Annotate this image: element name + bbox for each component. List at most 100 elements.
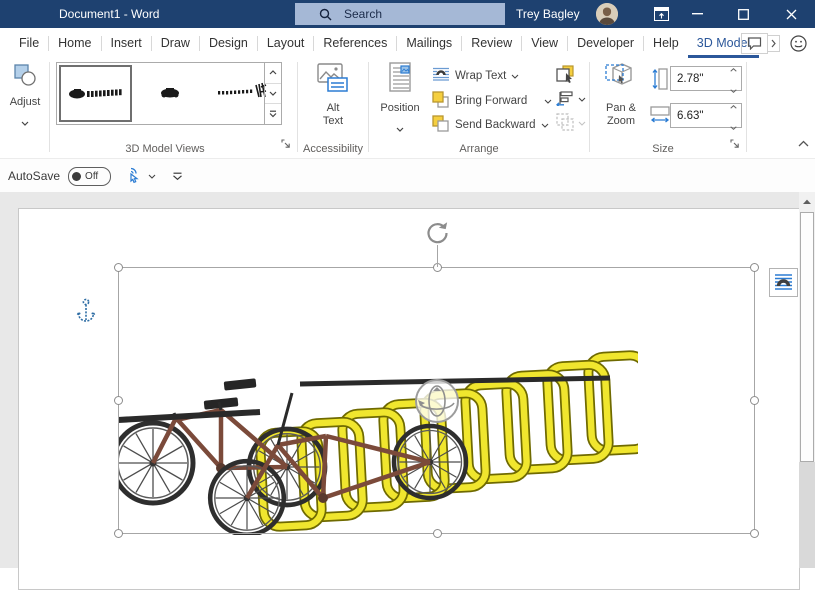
wrap-text-button[interactable]: Wrap Text — [432, 67, 519, 84]
size-dialog-launcher-icon[interactable] — [730, 136, 740, 154]
arrange-group-label: Arrange — [369, 143, 589, 155]
resize-handle-top-left[interactable] — [114, 263, 123, 272]
tab-insert[interactable]: Insert — [102, 28, 151, 58]
gallery-scroll-down-button[interactable] — [265, 84, 281, 105]
selection-pane-button[interactable] — [556, 65, 576, 89]
ribbon: Adjust 3D Model Views Alt Text Accessibi… — [0, 58, 815, 159]
title-bar: Document1 - Word Trey Bagley — [0, 0, 815, 28]
tab-layout[interactable]: Layout — [258, 28, 314, 58]
pan-zoom-button[interactable]: Pan & Zoom — [596, 62, 646, 128]
close-button[interactable] — [774, 0, 808, 28]
tab-view[interactable]: View — [522, 28, 567, 58]
chevron-down-icon — [544, 95, 552, 107]
chevron-right-icon[interactable] — [768, 35, 780, 52]
toggle-knob — [72, 172, 81, 181]
tab-developer[interactable]: Developer — [568, 28, 643, 58]
shape-width-input[interactable] — [671, 109, 723, 123]
alt-text-label: Alt Text — [318, 102, 348, 128]
resize-handle-middle-left[interactable] — [114, 396, 123, 405]
chevron-down-icon — [511, 70, 519, 82]
model-views-gallery — [56, 62, 282, 125]
send-backward-icon — [432, 115, 450, 135]
height-spin-up-button[interactable] — [730, 59, 737, 77]
minimize-button[interactable] — [680, 0, 714, 28]
customize-quick-access-toolbar-button[interactable] — [172, 172, 183, 181]
tab-draw[interactable]: Draw — [152, 28, 199, 58]
ribbon-display-options-button[interactable] — [644, 0, 678, 28]
resize-handle-middle-right[interactable] — [750, 396, 759, 405]
pan-zoom-label: Pan & Zoom — [601, 102, 641, 128]
3d-rotate-control[interactable] — [413, 377, 461, 430]
group-separator — [746, 62, 747, 152]
chevron-down-icon — [578, 89, 586, 107]
scrollbar-thumb[interactable] — [800, 212, 814, 462]
tab-help[interactable]: Help — [644, 28, 688, 58]
tab-home[interactable]: Home — [49, 28, 100, 58]
search-input[interactable] — [342, 6, 496, 22]
vertical-scrollbar[interactable] — [799, 192, 815, 568]
resize-handle-bottom-left[interactable] — [114, 529, 123, 538]
adjust-button[interactable]: Adjust — [4, 62, 46, 131]
position-label: Position — [380, 102, 419, 115]
avatar[interactable] — [596, 3, 618, 25]
group-button — [556, 113, 586, 131]
shape-width-field[interactable] — [670, 103, 742, 128]
send-backward-label: Send Backward — [455, 119, 536, 131]
model-view-thumbnail-2[interactable] — [135, 66, 204, 119]
size-group-label: Size — [590, 143, 736, 155]
position-icon — [387, 62, 413, 99]
group-separator — [368, 62, 369, 152]
pan-zoom-icon — [603, 62, 639, 99]
align-button[interactable] — [556, 89, 586, 107]
comments-button[interactable] — [741, 33, 768, 54]
model-views-group-label: 3D Model Views — [56, 143, 274, 155]
object-anchor-icon[interactable] — [76, 298, 96, 330]
chevron-down-icon — [541, 119, 549, 131]
width-spin-up-button[interactable] — [730, 96, 737, 114]
chevron-down-icon[interactable] — [148, 174, 156, 179]
layout-options-button[interactable] — [769, 268, 798, 297]
wrap-text-label: Wrap Text — [455, 70, 506, 82]
bring-forward-icon — [432, 91, 450, 111]
scrollbar-track[interactable] — [799, 462, 815, 568]
alt-text-icon — [316, 62, 350, 99]
group-separator — [297, 62, 298, 152]
scroll-up-button[interactable] — [799, 192, 815, 210]
chevron-down-icon — [21, 113, 29, 131]
gallery-more-button[interactable] — [265, 104, 281, 124]
tab-file[interactable]: File — [10, 28, 48, 58]
autosave-state: Off — [85, 171, 98, 182]
rotation-handle[interactable] — [424, 219, 451, 251]
model-view-thumbnail-1[interactable] — [59, 65, 132, 122]
resize-handle-top-right[interactable] — [750, 263, 759, 272]
tab-references[interactable]: References — [314, 28, 396, 58]
position-button[interactable]: Position — [374, 62, 426, 137]
tab-mailings[interactable]: Mailings — [397, 28, 461, 58]
shape-height-input[interactable] — [671, 72, 723, 86]
tab-review[interactable]: Review — [462, 28, 521, 58]
quick-access-toolbar: AutoSave Off — [0, 158, 815, 194]
collapse-ribbon-button[interactable] — [798, 134, 809, 152]
window-title: Document1 - Word — [59, 0, 159, 28]
shape-height-icon — [652, 68, 668, 95]
touch-mouse-mode-button[interactable] — [125, 167, 141, 185]
width-spin-down-button[interactable] — [730, 117, 737, 135]
resize-handle-bottom-center[interactable] — [433, 529, 442, 538]
adjust-label: Adjust — [10, 96, 41, 109]
bring-forward-button[interactable]: Bring Forward — [432, 91, 552, 111]
accessibility-group-label: Accessibility — [298, 143, 368, 155]
model-views-dialog-launcher-icon[interactable] — [281, 136, 291, 154]
send-backward-button[interactable]: Send Backward — [432, 115, 549, 135]
tab-design[interactable]: Design — [200, 28, 257, 58]
maximize-button[interactable] — [726, 0, 760, 28]
account-name[interactable]: Trey Bagley — [516, 0, 580, 28]
shape-height-field[interactable] — [670, 66, 742, 91]
search-box[interactable] — [295, 3, 505, 25]
group-separator — [589, 62, 590, 152]
shape-width-icon — [650, 105, 670, 130]
autosave-toggle[interactable]: Off — [68, 167, 111, 186]
alt-text-button[interactable]: Alt Text — [302, 62, 364, 128]
gallery-scroll-up-button[interactable] — [265, 63, 281, 84]
feedback-smiley-icon[interactable] — [790, 35, 807, 52]
resize-handle-bottom-right[interactable] — [750, 529, 759, 538]
